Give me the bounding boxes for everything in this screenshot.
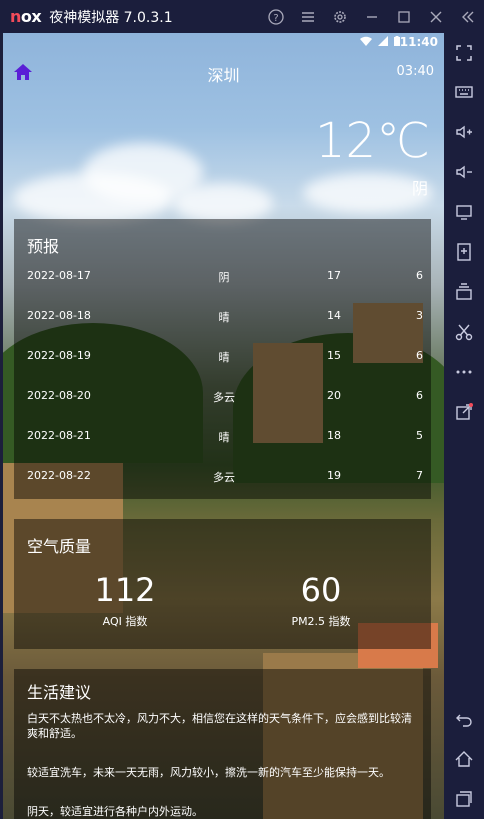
forecast-date: 2022-08-22	[27, 469, 91, 482]
forecast-row: 2022-08-20 多云 20 6	[14, 389, 431, 409]
forecast-title: 预报	[27, 237, 60, 256]
svg-text:?: ?	[273, 13, 278, 24]
menu-icon[interactable]	[292, 0, 324, 33]
aqi-title: 空气质量	[27, 537, 92, 556]
forecast-weather: 晴	[218, 351, 230, 364]
minimize-icon[interactable]	[356, 0, 388, 33]
forecast-min-temp: 6	[416, 269, 423, 282]
aqi-label: AQI 指数	[102, 615, 148, 628]
window-title: 夜神模拟器 7.0.3.1	[49, 9, 173, 26]
collapse-sidebar-icon[interactable]	[452, 0, 484, 33]
forecast-max-temp: 15	[327, 349, 341, 362]
forecast-weather: 阴	[218, 271, 230, 284]
keyboard-icon[interactable]	[452, 80, 476, 104]
forecast-date: 2022-08-17	[27, 269, 91, 282]
forecast-min-temp: 3	[416, 309, 423, 322]
forecast-min-temp: 7	[416, 469, 423, 482]
recent-apps-icon[interactable]	[452, 787, 476, 811]
city-title: 深圳	[207, 66, 240, 85]
forecast-row: 2022-08-17 阴 17 6	[14, 269, 431, 289]
forecast-min-temp: 5	[416, 429, 423, 442]
forecast-max-temp: 18	[327, 429, 341, 442]
suggestion-card: 生活建议 白天不太热也不太冷，风力不大，相信您在这样的天气条件下，应会感到比较清…	[14, 669, 431, 819]
scissors-icon[interactable]	[452, 320, 476, 344]
aqi-card: 空气质量 112 AQI 指数 60 PM2.5 指数	[14, 519, 431, 649]
forecast-weather: 多云	[213, 391, 235, 404]
volume-down-icon[interactable]	[452, 160, 476, 184]
fullscreen-icon[interactable]	[452, 41, 476, 65]
forecast-date: 2022-08-21	[27, 429, 91, 442]
emulator-titlebar: nox 夜神模拟器 7.0.3.1 ?	[0, 0, 484, 33]
back-icon[interactable]	[452, 707, 476, 731]
more-icon[interactable]	[452, 360, 476, 384]
home-nav-icon[interactable]	[452, 747, 476, 771]
emulator-sidebar	[444, 33, 484, 819]
forecast-max-temp: 17	[327, 269, 341, 282]
status-bar: 11:40	[3, 33, 444, 53]
forecast-row: 2022-08-19 晴 15 6	[14, 349, 431, 369]
multi-instance-icon[interactable]	[452, 280, 476, 304]
forecast-max-temp: 19	[327, 469, 341, 482]
wifi-icon	[360, 36, 372, 46]
forecast-max-temp: 14	[327, 309, 341, 322]
maximize-icon[interactable]	[388, 0, 420, 33]
suggestion-title: 生活建议	[27, 683, 92, 702]
forecast-row: 2022-08-21 晴 18 5	[14, 429, 431, 449]
help-icon[interactable]: ?	[260, 0, 292, 33]
signal-icon	[378, 36, 388, 46]
forecast-row: 2022-08-18 晴 14 3	[14, 309, 431, 329]
volume-up-icon[interactable]	[452, 120, 476, 144]
forecast-weather: 晴	[218, 311, 230, 324]
pm25-value: 60	[300, 571, 342, 609]
cloud-decoration	[13, 173, 173, 223]
forecast-max-temp: 20	[327, 389, 341, 402]
status-time: 11:40	[399, 35, 438, 49]
share-icon[interactable]	[452, 400, 476, 424]
current-temperature: 12℃	[315, 113, 430, 169]
forecast-min-temp: 6	[416, 389, 423, 402]
forecast-weather: 多云	[213, 471, 235, 484]
app-bar: 深圳 03:40	[3, 55, 444, 89]
aqi-value: 112	[94, 571, 156, 609]
pm25-label: PM2.5 指数	[291, 615, 351, 628]
car-wash-suggestion: 较适宜洗车，未来一天无雨，风力较小，擦洗一新的汽车至少能保持一天。	[27, 766, 390, 779]
forecast-card: 预报 2022-08-17 阴 17 6 2022-08-18 晴 14 3 2…	[14, 219, 431, 499]
sport-suggestion: 阴天，较适宜进行各种户内外运动。	[27, 805, 203, 818]
install-apk-icon[interactable]	[452, 240, 476, 264]
forecast-min-temp: 6	[416, 349, 423, 362]
settings-gear-icon[interactable]	[324, 0, 356, 33]
comfort-suggestion: 白天不太热也不太冷，风力不大，相信您在这样的天气条件下，应会感到比较清爽和舒适。	[27, 712, 412, 740]
phone-screen: 11:40 深圳 03:40 12℃ 阴 预报 2022-08-17 阴 17 …	[3, 33, 444, 819]
screen-icon[interactable]	[452, 200, 476, 224]
forecast-date: 2022-08-18	[27, 309, 91, 322]
forecast-row: 2022-08-22 多云 19 7	[14, 469, 431, 489]
cloud-decoration	[173, 183, 273, 223]
update-time: 03:40	[396, 64, 434, 79]
nox-logo: nox	[10, 7, 42, 26]
current-condition: 阴	[411, 179, 428, 198]
close-icon[interactable]	[420, 0, 452, 33]
forecast-date: 2022-08-20	[27, 389, 91, 402]
forecast-date: 2022-08-19	[27, 349, 91, 362]
forecast-weather: 晴	[218, 431, 230, 444]
